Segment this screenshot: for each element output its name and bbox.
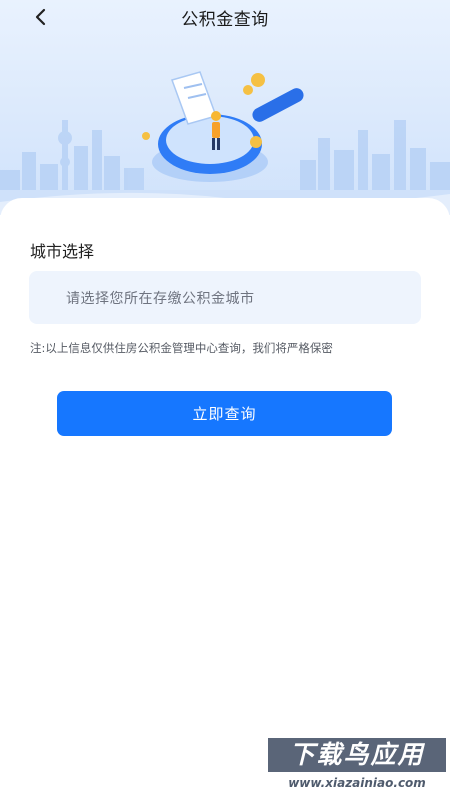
top-nav-bar: 公积金查询 <box>0 0 450 34</box>
privacy-note: 注:以上信息仅供住房公积金管理中心查询，我们将严格保密 <box>30 341 333 355</box>
city-select-placeholder: 请选择您所在存缴公积金城市 <box>66 290 255 307</box>
watermark-logo: 下载鸟应用 www.xiazainiao.com <box>268 738 446 796</box>
header-banner: 公积金查询 <box>0 0 450 215</box>
query-now-label: 立即查询 <box>192 406 257 423</box>
page-title: 公积金查询 <box>181 10 269 30</box>
form-card: 城市选择 请选择您所在存缴公积金城市 注:以上信息仅供住房公积金管理中心查询，我… <box>0 198 450 800</box>
watermark-title: 下载鸟应用 <box>268 738 446 772</box>
query-now-button[interactable]: 立即查询 <box>57 391 392 436</box>
city-select-field[interactable]: 请选择您所在存缴公积金城市 <box>29 271 421 324</box>
watermark-url: www.xiazainiao.com <box>288 776 426 790</box>
magnifier-illustration <box>142 71 304 182</box>
city-section-label: 城市选择 <box>30 242 95 261</box>
